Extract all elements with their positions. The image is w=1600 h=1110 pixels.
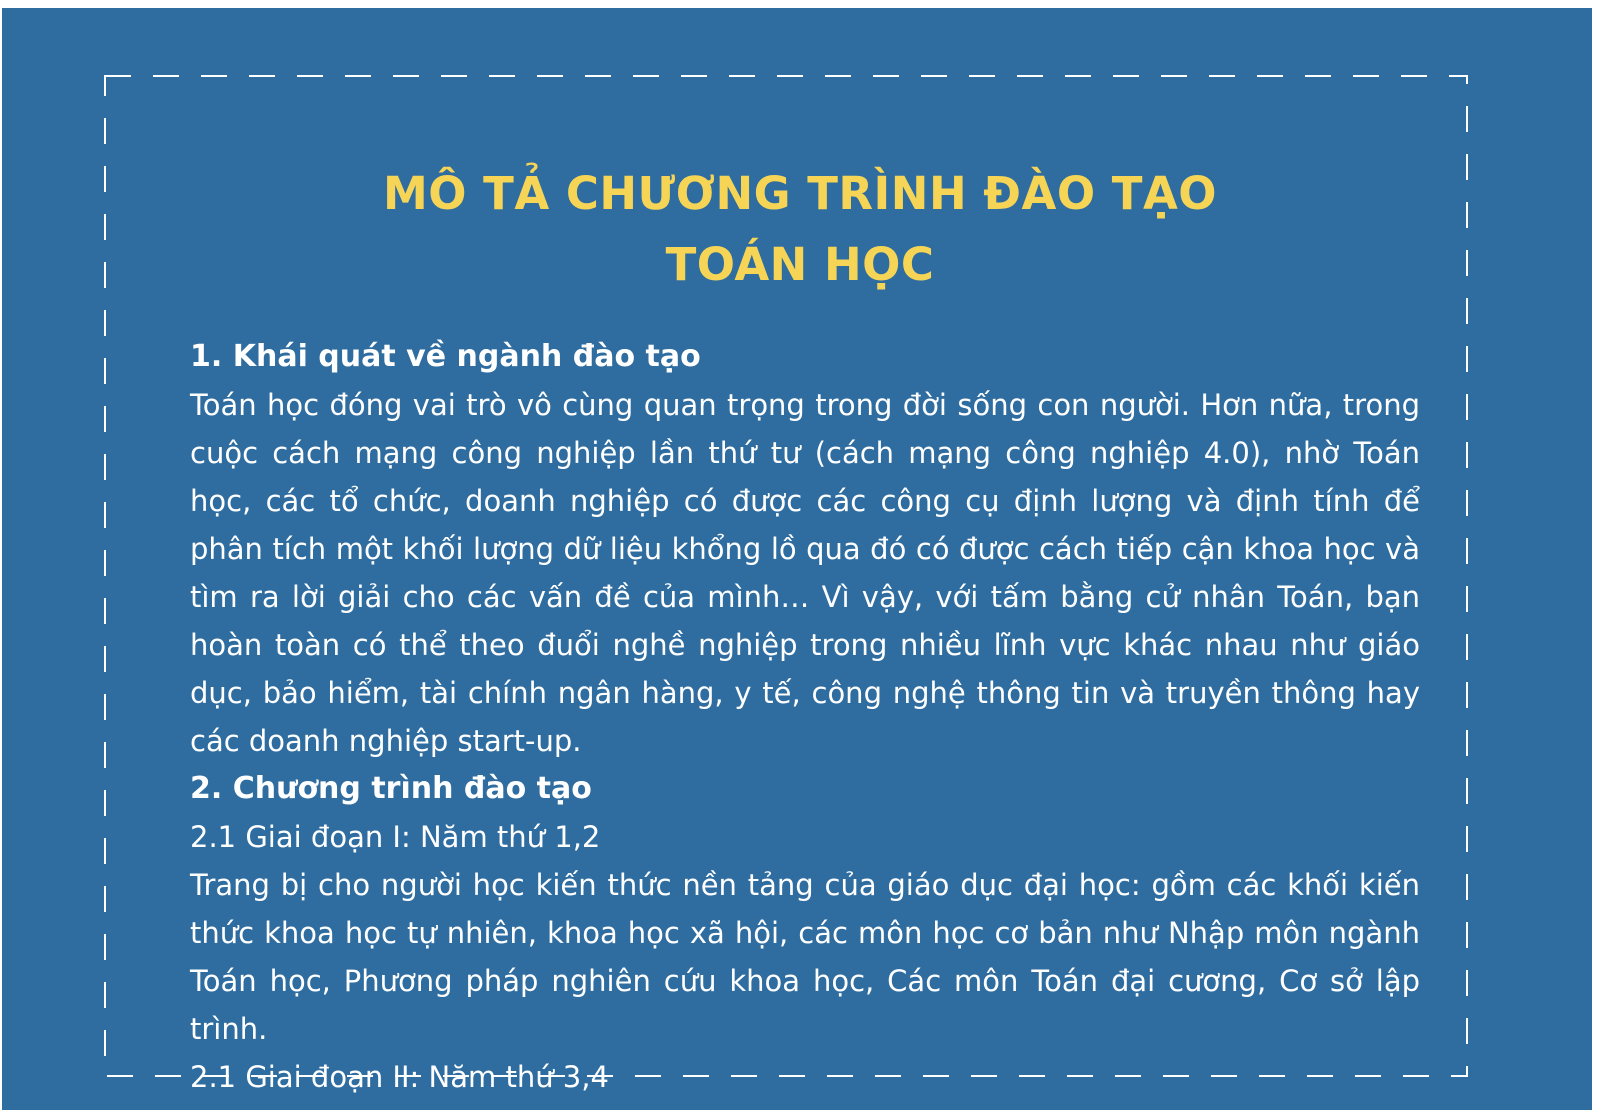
page: MÔ TẢ CHƯƠNG TRÌNH ĐÀO TẠO TOÁN HỌC 1. K…	[0, 0, 1600, 1110]
main-content: 1. Khái quát về ngành đào tạo Toán học đ…	[190, 333, 1420, 1101]
page-title: MÔ TẢ CHƯƠNG TRÌNH ĐÀO TẠO TOÁN HỌC	[0, 158, 1600, 300]
section-2-heading: 2. Chương trình đào tạo	[190, 771, 592, 806]
section-1-heading: 1. Khái quát về ngành đào tạo	[190, 339, 701, 374]
stage-2-label: 2.1 Giai đoạn II: Năm thứ 3,4	[190, 1060, 609, 1094]
stage-1-label: 2.1 Giai đoạn I: Năm thứ 1,2	[190, 820, 601, 854]
stage-1-body: Trang bị cho người học kiến thức nền tản…	[190, 868, 1420, 1046]
title-line-1: MÔ TẢ CHƯƠNG TRÌNH ĐÀO TẠO	[382, 167, 1218, 220]
section-1-body: Toán học đóng vai trò vô cùng quan trọng…	[190, 388, 1420, 758]
title-line-2: TOÁN HỌC	[665, 238, 935, 291]
